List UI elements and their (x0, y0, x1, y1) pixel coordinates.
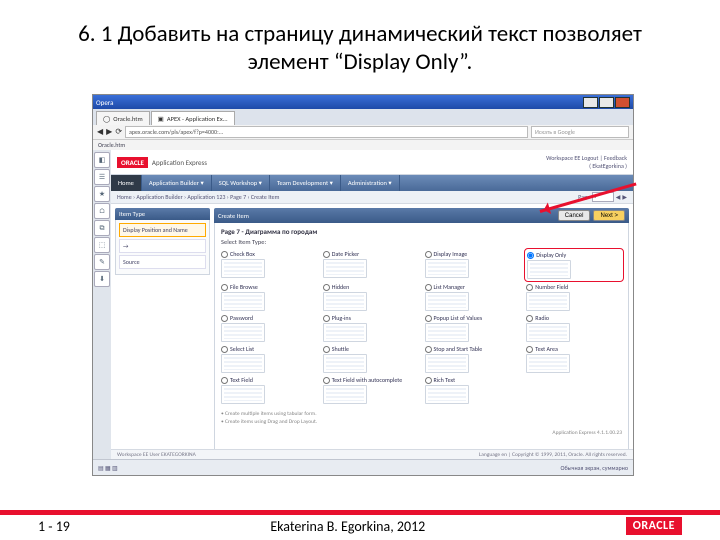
item-type-option[interactable]: Number Field (526, 283, 622, 311)
next-button[interactable]: Next > (593, 210, 625, 221)
wizard-step[interactable]: → (119, 239, 206, 253)
cancel-button[interactable]: Cancel (558, 210, 591, 221)
wizard-main: Create Item Cancel Next > Page 7 - Диагр… (214, 208, 629, 458)
oracle-footer-logo: ORACLE (626, 517, 682, 535)
item-type-option[interactable]: Display Only (526, 250, 622, 280)
opera-icon: ◯ (103, 115, 110, 123)
nav-home[interactable]: Home (111, 175, 142, 191)
slide-title: 6. 1 Добавить на страницу динамический т… (0, 0, 720, 84)
screenshot-window: Opera ◯Oracle.htm ▣APEX - Application Ex… (92, 94, 634, 476)
reload-icon[interactable]: ⟳ (115, 127, 122, 137)
oracle-logo: ORACLE (117, 157, 148, 168)
browser-statusbar: ▤ ▦ ▥ Обычная экран, суммарно (93, 459, 633, 475)
nav-app-builder[interactable]: Application Builder ▾ (142, 175, 212, 191)
item-type-option[interactable]: Date Picker (323, 250, 419, 280)
apex-header: ORACLE Application Express Workspace EE … (111, 150, 633, 175)
author: Ekaterina B. Egorkina, 2012 (270, 518, 425, 535)
item-type-option[interactable]: Shuttle (323, 345, 419, 373)
minimize-button[interactable] (583, 97, 598, 108)
search-input[interactable]: Искать в Google (531, 126, 629, 138)
item-type-option[interactable]: Text Area (526, 345, 622, 373)
breadcrumb[interactable]: Home › Application Builder › Application… (117, 193, 279, 201)
opera-sidebar: ◧ ☰ ★ ⌂ ⧉ ⬚ ✎ ⬇ (93, 150, 112, 460)
item-type-option[interactable]: Popup List of Values (425, 314, 521, 342)
item-type-option[interactable]: Display Image (425, 250, 521, 280)
slide-footer: 1 - 19 Ekaterina B. Egorkina, 2012 ORACL… (0, 510, 720, 540)
url-bar: ◀ ▶ ⟳ apex.oracle.com/pls/apex/f?p=4000:… (93, 125, 633, 140)
item-type-option[interactable]: Check Box (221, 250, 317, 280)
item-type-option[interactable]: Radio (526, 314, 622, 342)
item-type-grid: Check BoxDate PickerDisplay ImageDisplay… (221, 250, 622, 404)
item-type-option[interactable]: Select List (221, 345, 317, 373)
back-icon[interactable]: ◀ (97, 127, 103, 137)
panel-icon[interactable]: ⬚ (94, 237, 110, 253)
item-type-option[interactable]: Text Field (221, 376, 317, 404)
browser-tabs: ◯Oracle.htm ▣APEX - Application Ex... (93, 109, 633, 125)
forward-icon[interactable]: ▶ (106, 127, 112, 137)
panel-icon[interactable]: ⧉ (94, 220, 110, 236)
page-content: ORACLE Application Express Workspace EE … (111, 150, 633, 460)
apex-nav: Home Application Builder ▾ SQL Workshop … (111, 175, 633, 191)
prev-page-icon[interactable]: ◀ (616, 193, 621, 201)
panel-icon[interactable]: ★ (94, 186, 110, 202)
item-type-option[interactable]: Hidden (323, 283, 419, 311)
breadcrumb-bar: Home › Application Builder › Application… (111, 191, 633, 204)
item-type-option[interactable]: Text Field with autocomplete (323, 376, 419, 404)
hints: • Create multiple items using tabular fo… (221, 410, 622, 426)
item-type-option[interactable]: Password (221, 314, 317, 342)
maximize-button[interactable] (599, 97, 614, 108)
section-label: Select Item Type: (221, 238, 622, 246)
page-heading: Page 7 - Диаграмма по городам (221, 227, 622, 236)
close-button[interactable] (615, 97, 630, 108)
next-page-icon[interactable]: ▶ (622, 193, 627, 201)
address-input[interactable]: apex.oracle.com/pls/apex/f?p=4000:... (125, 126, 528, 138)
browser-name: Opera (96, 98, 113, 107)
browser-tab[interactable]: ▣APEX - Application Ex... (151, 111, 235, 125)
wizard-step[interactable]: Display Position and Name (119, 223, 206, 237)
item-type-option[interactable]: Rich Text (425, 376, 521, 404)
panel-icon[interactable]: ☰ (94, 169, 110, 185)
product-name: Application Express (152, 158, 207, 167)
item-type-option[interactable]: File Browse (221, 283, 317, 311)
version-text: Application Express 4.1.1.00.23 (221, 430, 622, 436)
window-titlebar: Opera (93, 95, 633, 109)
item-type-option[interactable]: Stop and Start Table (425, 345, 521, 373)
browser-tab[interactable]: ◯Oracle.htm (96, 111, 150, 125)
item-type-option[interactable]: Plug-ins (323, 314, 419, 342)
welcome-text: Workspace EE Logout | Feedback ( EkatEgo… (546, 154, 627, 170)
wizard-step[interactable]: Source (119, 255, 206, 269)
wizard-header: Item Type (115, 208, 210, 220)
panel-icon[interactable]: ⌂ (94, 203, 110, 219)
wizard-sidebar: Item Type Display Position and Name → So… (115, 208, 210, 458)
page-number: 1 - 19 (38, 518, 70, 535)
nav-team[interactable]: Team Development ▾ (270, 175, 341, 191)
panel-icon[interactable]: ◧ (94, 152, 110, 168)
page-icon: ▣ (158, 115, 164, 123)
main-header: Create Item Cancel Next > (214, 208, 629, 223)
panel-icon[interactable]: ⬇ (94, 271, 110, 287)
panel-icon[interactable]: ✎ (94, 254, 110, 270)
nav-admin[interactable]: Administration ▾ (341, 175, 400, 191)
item-type-option[interactable]: List Manager (425, 283, 521, 311)
nav-sql[interactable]: SQL Workshop ▾ (212, 175, 270, 191)
